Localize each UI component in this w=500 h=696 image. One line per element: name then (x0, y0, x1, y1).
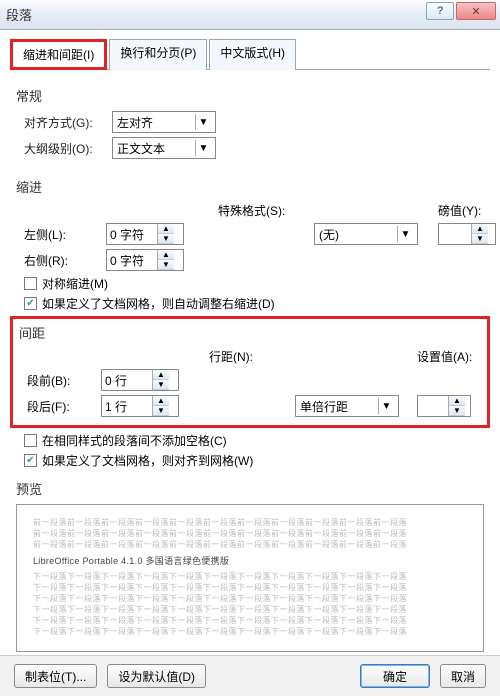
spin-up-icon[interactable]: ▲ (472, 224, 488, 234)
tab-strip: 缩进和间距(I) 换行和分页(P) 中文版式(H) (10, 38, 490, 69)
after-label: 段后(F): (19, 398, 101, 415)
line-spacing-label: 行距(N): (209, 348, 295, 365)
window-buttons: ? ✕ (426, 2, 496, 20)
spin-up-icon[interactable]: ▲ (153, 396, 169, 406)
spin-down-icon[interactable]: ▼ (158, 234, 174, 244)
snap-grid-checkbox[interactable]: ✔ (24, 454, 37, 467)
chevron-down-icon: ▼ (195, 114, 211, 130)
tab-asian-typography[interactable]: 中文版式(H) (209, 39, 296, 70)
outline-label: 大纲级别(O): (16, 140, 106, 157)
spin-down-icon[interactable]: ▼ (449, 406, 465, 416)
line-spacing-value: 单倍行距 (300, 398, 348, 415)
chevron-down-icon: ▼ (378, 398, 394, 414)
at-input[interactable] (418, 397, 448, 415)
titlebar: 段落 ? ✕ (0, 0, 500, 30)
tab-indent-spacing[interactable]: 缩进和间距(I) (10, 39, 107, 70)
section-general: 常规 (16, 86, 484, 105)
snap-grid-label: 如果定义了文档网格，则对齐到网格(W) (42, 452, 253, 469)
spin-down-icon[interactable]: ▼ (472, 234, 488, 244)
spin-up-icon[interactable]: ▲ (158, 250, 174, 260)
left-indent-label: 左侧(L): (16, 226, 106, 243)
chevron-down-icon: ▼ (195, 140, 211, 156)
ok-button[interactable]: 确定 (360, 664, 430, 688)
line-spacing-select[interactable]: 单倍行距 ▼ (295, 395, 399, 417)
auto-adjust-indent-label: 如果定义了文档网格，则自动调整右缩进(D) (42, 295, 275, 312)
spin-up-icon[interactable]: ▲ (449, 396, 465, 406)
set-default-button[interactable]: 设为默认值(D) (107, 664, 206, 688)
right-indent-spinner[interactable]: ▲▼ (106, 249, 184, 271)
alignment-value: 左对齐 (117, 114, 153, 131)
tabs-button[interactable]: 制表位(T)... (14, 664, 97, 688)
special-format-select[interactable]: (无) ▼ (314, 223, 418, 245)
mirror-indent-label: 对称缩进(M) (42, 275, 108, 292)
by-label: 磅值(Y): (438, 202, 500, 219)
preview-pane: 前一段落前一段落前一段落前一段落前一段落前一段落前一段落前一段落前一段落前一段落… (16, 504, 484, 652)
same-style-label: 在相同样式的段落间不添加空格(C) (42, 432, 227, 449)
chevron-down-icon: ▼ (397, 226, 413, 242)
before-spinner[interactable]: ▲▼ (101, 369, 179, 391)
left-indent-spinner[interactable]: ▲▼ (106, 223, 184, 245)
section-indent: 缩进 (16, 177, 484, 196)
spin-up-icon[interactable]: ▲ (153, 370, 169, 380)
alignment-select[interactable]: 左对齐 ▼ (112, 111, 216, 133)
spin-down-icon[interactable]: ▼ (158, 260, 174, 270)
by-spinner[interactable]: ▲▼ (438, 223, 496, 245)
preview-sample-text: LibreOffice Portable 4.1.0 多国语言绿色便携版 (33, 554, 467, 567)
after-input[interactable] (102, 397, 152, 415)
tab-line-page-breaks[interactable]: 换行和分页(P) (109, 39, 207, 70)
before-label: 段前(B): (19, 372, 101, 389)
same-style-checkbox[interactable] (24, 434, 37, 447)
auto-adjust-indent-checkbox[interactable]: ✔ (24, 297, 37, 310)
close-button[interactable]: ✕ (456, 2, 496, 20)
tab-label: 缩进和间距(I) (23, 48, 94, 62)
help-button[interactable]: ? (426, 2, 454, 20)
spin-up-icon[interactable]: ▲ (158, 224, 174, 234)
section-spacing: 间距 (19, 323, 481, 342)
panel: 常规 对齐方式(G): 左对齐 ▼ 大纲级别(O): 正文文本 ▼ 缩进 特殊格… (0, 70, 500, 668)
outline-value: 正文文本 (117, 140, 165, 157)
after-spinner[interactable]: ▲▼ (101, 395, 179, 417)
by-input[interactable] (439, 225, 471, 243)
at-spinner[interactable]: ▲▼ (417, 395, 471, 417)
tab-label: 换行和分页(P) (120, 46, 196, 60)
spin-down-icon[interactable]: ▼ (153, 406, 169, 416)
right-indent-input[interactable] (107, 251, 157, 269)
before-input[interactable] (102, 371, 152, 389)
spin-down-icon[interactable]: ▼ (153, 380, 169, 390)
left-indent-input[interactable] (107, 225, 157, 243)
cancel-button[interactable]: 取消 (440, 664, 486, 688)
outline-select[interactable]: 正文文本 ▼ (112, 137, 216, 159)
at-label: 设置值(A): (417, 348, 475, 365)
special-format-label: 特殊格式(S): (218, 202, 314, 219)
mirror-indent-checkbox[interactable] (24, 277, 37, 290)
alignment-label: 对齐方式(G): (16, 114, 106, 131)
spacing-highlight: 间距 行距(N): 设置值(A): 段前(B): ▲▼ 段后(F): ▲▼ 单 (10, 316, 490, 428)
right-indent-label: 右侧(R): (16, 252, 106, 269)
special-format-value: (无) (319, 226, 339, 243)
section-preview: 预览 (16, 479, 484, 498)
tab-label: 中文版式(H) (220, 46, 285, 60)
window-title: 段落 (6, 5, 32, 24)
dialog-buttons: 制表位(T)... 设为默认值(D) 确定 取消 (0, 655, 500, 696)
